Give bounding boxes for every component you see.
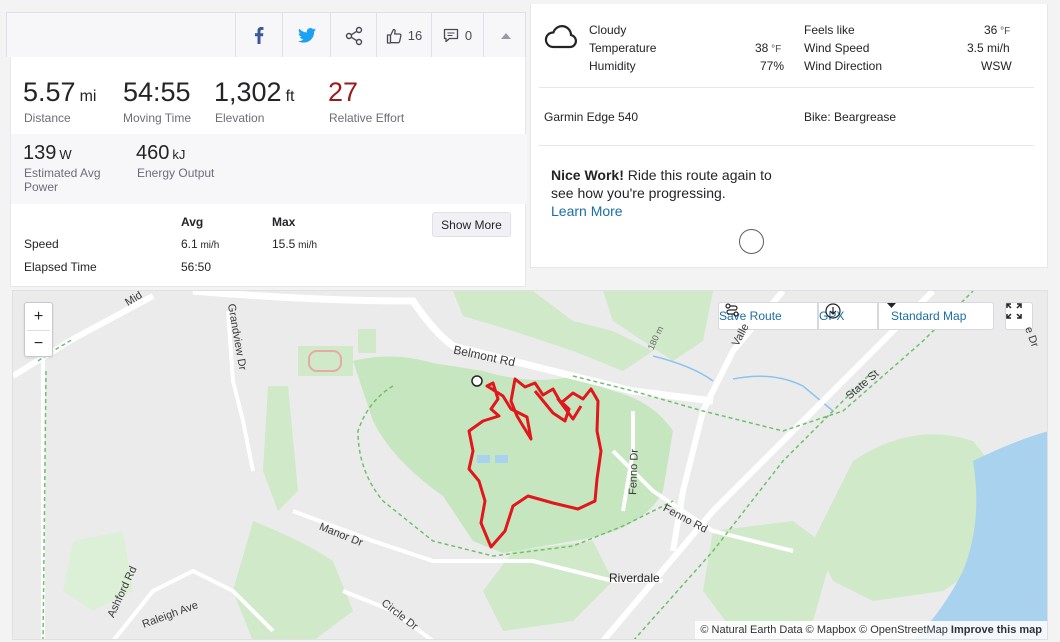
download-icon (825, 303, 841, 319)
moving-time-value: 54:55 (123, 77, 191, 107)
energy-value: 460 kJ (136, 142, 186, 164)
power-value: 139 W (23, 142, 72, 164)
facebook-share-button[interactable] (235, 13, 282, 58)
map-label-fenno-dr: Fenno Dr (627, 448, 641, 496)
distance-value: 5.57 mi (23, 77, 97, 107)
elapsed-time-label: Elapsed Time (24, 260, 97, 274)
power-label: Estimated Avg Power (24, 166, 101, 194)
stream (652, 355, 834, 412)
humidity-label: Humidity (589, 59, 636, 73)
nice-work-message: Nice Work! Ride this route again to see … (551, 167, 772, 201)
map-label-riverdale: Riverdale (609, 571, 660, 585)
park-area (703, 521, 833, 631)
elapsed-time-value: 56:50 (181, 260, 212, 274)
elevation-value: 1,302 ft (214, 77, 295, 107)
max-column-header: Max (272, 215, 296, 229)
park-area (263, 386, 298, 511)
show-more-button[interactable]: Show More (432, 212, 511, 237)
map-type-label: Standard Map (891, 309, 967, 323)
pond (477, 455, 490, 463)
weather-condition: Cloudy (589, 23, 627, 37)
map-attribution: © Natural Earth Data © Mapbox © OpenStre… (695, 621, 1047, 639)
improve-map-link[interactable]: Improve this map (951, 624, 1042, 636)
share-icon (345, 26, 362, 45)
divider (539, 145, 1034, 146)
wind-speed-label: Wind Speed (804, 41, 870, 55)
speed-avg: 6.1 mi/h (181, 237, 220, 251)
humidity-value: 77% (760, 59, 785, 73)
feels-like-value: 36 °F (984, 23, 1011, 37)
wind-speed-value: 3.5 mi/h (967, 41, 1010, 55)
relative-effort-value: 27 (328, 77, 359, 107)
feels-like-label: Feels like (804, 23, 855, 37)
attribution-natural-earth[interactable]: © Natural Earth Data (700, 624, 802, 636)
comment-icon (443, 28, 459, 43)
loading-spinner (739, 229, 764, 254)
device-name: Garmin Edge 540 (544, 110, 639, 124)
cloud-icon (544, 25, 577, 49)
learn-more-link[interactable]: Learn More (551, 203, 623, 219)
temperature-value: 38 °F (755, 41, 782, 55)
zoom-in-button[interactable]: + (25, 303, 52, 330)
map-canvas (13, 291, 1047, 639)
attribution-osm[interactable]: © OpenStreetMap (859, 624, 948, 636)
finish-flag-icon (471, 375, 483, 387)
bike-name: Bike: Beargrease (804, 110, 897, 124)
relative-effort-label: Relative Effort (329, 111, 405, 125)
gpx-download-button[interactable]: GPX (818, 302, 878, 330)
route-map[interactable]: + − Save Route GPX Standard Map Belmont … (12, 290, 1048, 640)
save-route-button[interactable]: Save Route (718, 302, 818, 330)
park-area (358, 329, 376, 353)
expand-icon (1006, 303, 1022, 319)
map-type-dropdown[interactable]: Standard Map (878, 302, 994, 330)
divider (539, 87, 1034, 88)
speed-label: Speed (24, 237, 59, 251)
share-button[interactable] (330, 13, 376, 58)
pond (495, 455, 508, 463)
twitter-share-button[interactable] (282, 13, 330, 58)
attribution-mapbox[interactable]: © Mapbox (806, 624, 856, 636)
energy-label: Energy Output (137, 166, 215, 180)
elevation-label: Elevation (215, 111, 265, 125)
activity-details-panel: Cloudy Temperature 38 °F Humidity 77% Fe… (530, 4, 1048, 268)
share-bar: 16 0 (6, 12, 527, 58)
wind-direction-value: WSW (981, 59, 1012, 73)
thumbs-up-icon (386, 28, 402, 44)
facebook-icon (255, 27, 264, 44)
zoom-controls: + − (24, 302, 53, 357)
collapse-button[interactable] (483, 13, 527, 58)
kudos-count: 16 (407, 28, 423, 43)
avg-column-header: Avg (181, 215, 204, 229)
wind-direction-label: Wind Direction (804, 59, 883, 73)
moving-time-label: Moving Time (123, 111, 192, 125)
secondary-stats-row: 139 W Estimated Avg Power 460 kJ Energy Out… (11, 134, 527, 204)
comments-count: 0 (464, 28, 473, 43)
activity-stats-panel: 5.57 mi Distance 54:55 Moving Time 1,302 f… (10, 57, 527, 287)
comments-button[interactable]: 0 (431, 13, 483, 58)
caret-down-icon (887, 303, 896, 308)
temperature-label: Temperature (589, 41, 657, 55)
kudos-button[interactable]: 16 (376, 13, 431, 58)
distance-label: Distance (24, 111, 71, 125)
chevron-up-icon (500, 32, 511, 39)
twitter-icon (297, 28, 316, 43)
speed-max: 15.5 mi/h (272, 237, 318, 251)
zoom-out-button[interactable]: − (25, 330, 52, 357)
route-icon (725, 303, 739, 317)
